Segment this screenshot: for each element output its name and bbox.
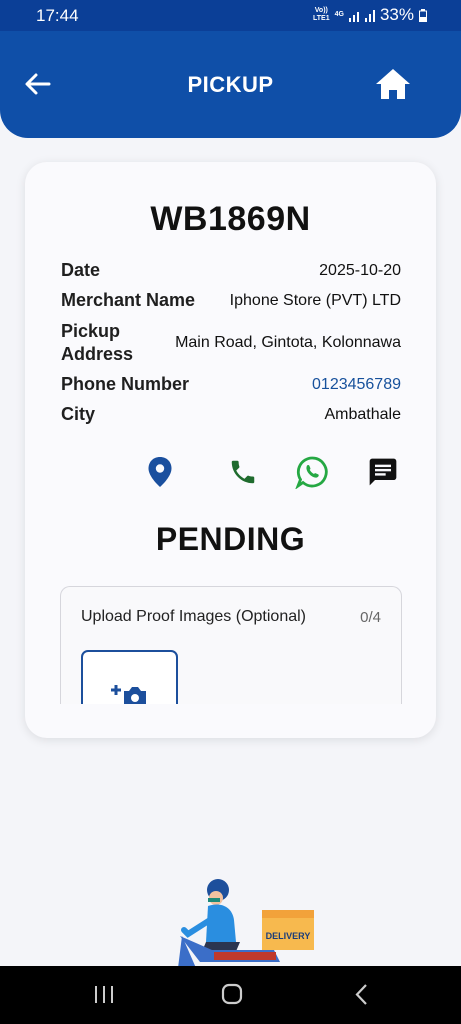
upload-proof-section: Upload Proof Images (Optional) 0/4 — [60, 586, 402, 704]
recent-apps-icon — [95, 986, 113, 1003]
message-icon — [369, 458, 397, 486]
whatsapp-icon — [295, 456, 328, 489]
status-bar: 17:44 Vo)) LTE1 4G 33% — [0, 0, 461, 31]
city-row: City Ambathale — [61, 403, 401, 426]
address-label: Pickup Address — [61, 321, 134, 364]
home-nav-icon — [221, 983, 243, 1005]
date-row: Date 2025-10-20 — [61, 259, 401, 282]
merchant-value: Iphone Store (PVT) LTD — [229, 291, 401, 309]
call-button[interactable] — [226, 455, 260, 489]
message-button[interactable] — [366, 455, 400, 489]
home-nav-button[interactable] — [217, 982, 247, 1008]
system-nav-bar — [0, 966, 461, 1024]
back-nav-icon — [355, 984, 367, 1005]
city-label: City — [61, 404, 96, 424]
merchant-label: Merchant Name — [61, 290, 196, 310]
location-pin-icon — [148, 457, 172, 487]
contact-actions — [25, 455, 436, 491]
pickup-status: PENDING — [155, 521, 306, 557]
battery-icon — [419, 8, 427, 22]
address-value: Main Road, Gintota, Kolonnawa — [175, 334, 401, 351]
add-photo-button[interactable] — [81, 650, 178, 704]
phone-icon — [231, 460, 255, 484]
whatsapp-button[interactable] — [295, 455, 329, 489]
volte-indicator: Vo)) LTE1 — [313, 7, 330, 22]
waybill-number: WB1869N — [150, 200, 311, 238]
city-value: Ambathale — [324, 405, 402, 423]
phone-row: Phone Number 0123456789 — [61, 373, 401, 396]
signal-bars-icon — [348, 10, 375, 22]
phone-label: Phone Number — [61, 374, 190, 394]
signal-indicator: 4G — [334, 11, 344, 18]
upload-count: 0/4 — [360, 609, 381, 626]
recent-apps-button[interactable] — [89, 982, 119, 1008]
delivery-box-label: DELIVERY — [266, 931, 311, 941]
home-icon — [376, 69, 410, 99]
delivery-illustration: DELIVERY — [170, 872, 320, 968]
add-camera-icon — [111, 685, 146, 704]
address-row: Pickup Address Main Road, Gintota, Kolon… — [61, 320, 401, 366]
pickup-card: WB1869N Date 2025-10-20 Merchant Name Ip… — [25, 162, 436, 738]
upload-title: Upload Proof Images (Optional) — [81, 608, 306, 625]
merchant-row: Merchant Name Iphone Store (PVT) LTD — [61, 289, 401, 312]
battery-percent: 33% — [379, 5, 414, 24]
date-label: Date — [61, 260, 101, 280]
location-button[interactable] — [143, 455, 177, 489]
home-button[interactable] — [373, 64, 413, 104]
back-nav-button[interactable] — [348, 982, 378, 1008]
app-bar: PICKUP — [0, 31, 461, 138]
status-time: 17:44 — [36, 6, 79, 25]
date-value: 2025-10-20 — [319, 261, 401, 279]
phone-link[interactable]: 0123456789 — [312, 376, 401, 394]
